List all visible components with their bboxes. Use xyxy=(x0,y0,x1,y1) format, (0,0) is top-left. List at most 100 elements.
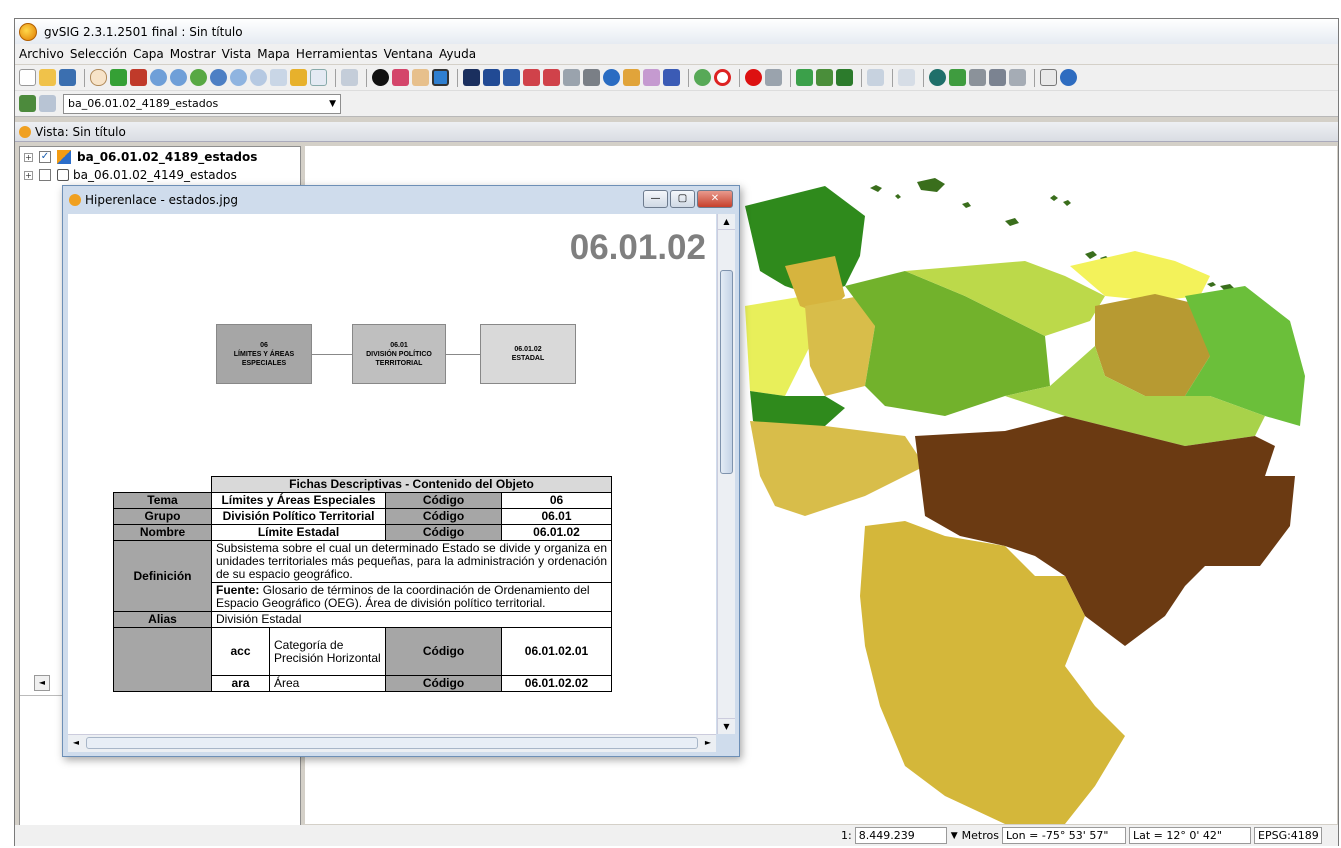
copy-icon[interactable] xyxy=(1040,69,1057,86)
expand-icon[interactable]: + xyxy=(24,152,33,162)
nombre-value: Límite Estadal xyxy=(211,524,386,541)
measure-area-icon[interactable] xyxy=(412,69,429,86)
warning-icon[interactable] xyxy=(745,69,762,86)
search-icon[interactable] xyxy=(1060,69,1077,86)
active-layer-value: ba_06.01.02_4189_estados xyxy=(68,97,219,110)
invert-selection-icon[interactable] xyxy=(623,69,640,86)
menu-ventana[interactable]: Ventana xyxy=(384,47,433,61)
tools-icon[interactable] xyxy=(765,69,782,86)
active-layer-select[interactable]: ba_06.01.02_4189_estados ▼ xyxy=(63,93,341,114)
zoom-out-icon[interactable] xyxy=(170,69,187,86)
hierarchy-line: ESPECIALES xyxy=(241,359,287,367)
maximize-button[interactable]: ▢ xyxy=(670,190,695,208)
horizontal-scrollbar[interactable]: ◄ ► xyxy=(68,734,716,752)
swap-icon[interactable] xyxy=(969,69,986,86)
zoom-next-icon[interactable] xyxy=(250,69,267,86)
select-by-layer-icon[interactable] xyxy=(583,69,600,86)
hierarchy-box-grupo: 06.01 DIVISIÓN POLÍTICO TERRITORIAL xyxy=(352,324,446,384)
select-by-rectangle-icon[interactable] xyxy=(503,69,520,86)
attr2-value: 06.01.02.02 xyxy=(501,675,612,692)
select-by-polygon-icon[interactable] xyxy=(523,69,540,86)
select-pointer-icon[interactable] xyxy=(463,69,480,86)
info-icon[interactable] xyxy=(372,69,389,86)
globe-icon[interactable] xyxy=(929,69,946,86)
scale-input[interactable]: 8.449.239 xyxy=(854,827,947,844)
database-icon[interactable] xyxy=(989,69,1006,86)
zoom-to-layer-icon[interactable] xyxy=(130,69,147,86)
menu-archivo[interactable]: Archivo xyxy=(19,47,64,61)
hyperlink-image-viewport: 06.01.02 06 LÍMITES Y ÁREAS ESPECIALES 0… xyxy=(68,214,716,734)
edit-layer-icon[interactable] xyxy=(432,69,449,86)
hierarchy-box-nombre: 06.01.02 ESTADAL xyxy=(480,324,576,384)
expand-icon[interactable]: + xyxy=(24,170,33,180)
longitude-value: Lon = -75° 53' 57" xyxy=(1006,829,1109,842)
scroll-thumb[interactable] xyxy=(720,270,733,474)
hyperlink-window-title-bar[interactable]: Hiperenlace - estados.jpg xyxy=(63,186,739,213)
graph-icon[interactable] xyxy=(867,69,884,86)
open-folder-icon[interactable] xyxy=(39,69,56,86)
zoom-previous-icon[interactable] xyxy=(190,69,207,86)
filter-icon[interactable] xyxy=(663,69,680,86)
scroll-thumb[interactable] xyxy=(86,737,698,749)
scroll-down-icon[interactable]: ▼ xyxy=(718,718,735,734)
menu-mapa[interactable]: Mapa xyxy=(257,47,290,61)
layer-visibility-checkbox[interactable]: ✓ xyxy=(39,151,51,163)
scroll-right-icon[interactable]: ► xyxy=(700,735,716,751)
menu-herramientas[interactable]: Herramientas xyxy=(296,47,378,61)
zoom-full-icon[interactable] xyxy=(110,69,127,86)
minimize-button[interactable]: — xyxy=(643,190,668,208)
chevron-down-icon[interactable]: ▼ xyxy=(951,831,958,841)
layer-properties-icon[interactable] xyxy=(39,95,56,112)
scroll-left-icon[interactable]: ◄ xyxy=(68,735,84,751)
menu-ayuda[interactable]: Ayuda xyxy=(439,47,476,61)
zoom-frame-icon[interactable] xyxy=(270,69,287,86)
menu-vista[interactable]: Vista xyxy=(222,47,252,61)
menu-bar: Archivo Selección Capa Mostrar Vista Map… xyxy=(15,44,1338,64)
refresh-icon[interactable] xyxy=(341,69,358,86)
layer-row[interactable]: + ba_06.01.02_4149_estados xyxy=(24,168,237,182)
select-by-point-icon[interactable] xyxy=(483,69,500,86)
hyperlink-window: Hiperenlace - estados.jpg — ▢ ✕ 06.01.02… xyxy=(62,185,740,757)
attr1-name: Categoría de Precisión Horizontal xyxy=(269,627,386,676)
layer-visibility-checkbox[interactable] xyxy=(39,169,51,181)
menu-capa[interactable]: Capa xyxy=(133,47,164,61)
nombre-code: 06.01.02 xyxy=(501,524,612,541)
locator-map-icon[interactable] xyxy=(290,69,307,86)
map-state xyxy=(745,296,810,396)
select-all-icon[interactable] xyxy=(603,69,620,86)
clear-selection-icon[interactable] xyxy=(643,69,660,86)
main-toolbar xyxy=(15,65,1338,91)
zoom-back-icon[interactable] xyxy=(230,69,247,86)
hyperlink-icon[interactable] xyxy=(392,69,409,86)
close-button[interactable]: ✕ xyxy=(697,190,733,208)
layer-row[interactable]: + ✓ ba_06.01.02_4189_estados xyxy=(24,150,257,164)
network-icon[interactable] xyxy=(898,69,915,86)
grupo-value: División Político Territorial xyxy=(211,508,386,525)
zoom-select-icon[interactable] xyxy=(210,69,227,86)
table-cell xyxy=(114,477,212,493)
pan-hand-icon[interactable] xyxy=(90,69,107,86)
save-icon[interactable] xyxy=(59,69,76,86)
units-label: Metros xyxy=(961,829,999,842)
menu-mostrar[interactable]: Mostrar xyxy=(170,47,216,61)
zoom-in-icon[interactable] xyxy=(150,69,167,86)
select-by-circle-icon[interactable] xyxy=(543,69,560,86)
attr2-code: ara xyxy=(211,675,270,692)
select-by-buffer-icon[interactable] xyxy=(563,69,580,86)
table-row: Alias División Estadal xyxy=(113,611,612,628)
measure-icon[interactable] xyxy=(310,69,327,86)
settings-gear-icon[interactable] xyxy=(694,69,711,86)
import-icon[interactable] xyxy=(836,69,853,86)
new-document-icon[interactable] xyxy=(19,69,36,86)
scroll-up-icon[interactable]: ▲ xyxy=(718,214,735,230)
layers-icon[interactable] xyxy=(19,95,36,112)
toolbar-separator xyxy=(739,68,740,87)
raster-icon[interactable] xyxy=(949,69,966,86)
vertical-scrollbar[interactable]: ▲ ▼ xyxy=(717,214,735,734)
add-layer-icon[interactable] xyxy=(796,69,813,86)
table-icon[interactable] xyxy=(816,69,833,86)
toc-scroll-left-icon[interactable]: ◄ xyxy=(34,675,50,691)
menu-seleccion[interactable]: Selección xyxy=(70,47,127,61)
target-icon[interactable] xyxy=(714,69,731,86)
grid-icon[interactable] xyxy=(1009,69,1026,86)
